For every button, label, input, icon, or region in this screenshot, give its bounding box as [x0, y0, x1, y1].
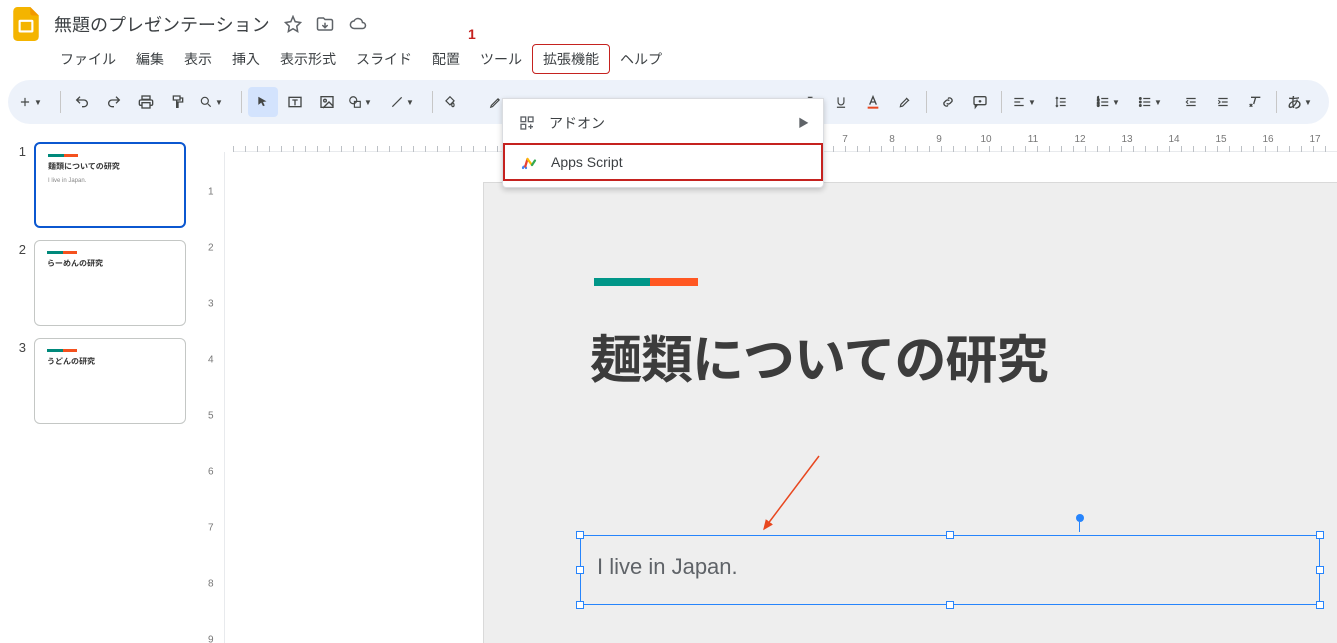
- slide-thumbnail-2[interactable]: らーめんの研究: [34, 240, 186, 326]
- clear-format-button[interactable]: [1240, 87, 1270, 117]
- vertical-ruler[interactable]: 12345678910: [205, 152, 225, 643]
- input-tools-label: あ: [1287, 92, 1302, 113]
- underline-button[interactable]: [826, 87, 856, 117]
- menu-file[interactable]: ファイル: [50, 45, 126, 73]
- menu-item-apps-script[interactable]: Apps Script: [503, 143, 823, 181]
- text-color-button[interactable]: [858, 87, 888, 117]
- resize-handle[interactable]: [576, 531, 584, 539]
- resize-handle[interactable]: [1316, 601, 1324, 609]
- comment-button[interactable]: [965, 87, 995, 117]
- menu-format[interactable]: 表示形式: [270, 45, 346, 73]
- menu-help[interactable]: ヘルプ: [610, 45, 672, 73]
- resize-handle[interactable]: [1316, 531, 1324, 539]
- submenu-arrow-icon: ▶: [798, 115, 809, 131]
- textbox-content[interactable]: I live in Japan.: [597, 554, 738, 580]
- slides-logo[interactable]: [8, 6, 44, 42]
- menu-slide[interactable]: スライド: [346, 45, 422, 73]
- menu-tools[interactable]: ツール: [470, 45, 532, 73]
- apps-script-icon: [519, 153, 539, 171]
- highlight-button[interactable]: [890, 87, 920, 117]
- title-row: 無題のプレゼンテーション: [0, 0, 1337, 42]
- resize-handle[interactable]: [576, 601, 584, 609]
- accent-bar: [594, 278, 698, 286]
- apps-script-label: Apps Script: [551, 154, 623, 170]
- slide-thumbnail-3[interactable]: うどんの研究: [34, 338, 186, 424]
- print-button[interactable]: [131, 87, 161, 117]
- paint-format-button[interactable]: [163, 87, 193, 117]
- line-button[interactable]: ▼: [386, 87, 426, 117]
- svg-text:3: 3: [1097, 103, 1100, 108]
- resize-handle[interactable]: [946, 601, 954, 609]
- resize-handle[interactable]: [576, 566, 584, 574]
- link-button[interactable]: [933, 87, 963, 117]
- resize-handle[interactable]: [1316, 566, 1324, 574]
- selected-textbox[interactable]: I live in Japan.: [580, 535, 1320, 605]
- addons-icon: [517, 115, 537, 131]
- select-tool-button[interactable]: [248, 87, 278, 117]
- bulleted-list-button[interactable]: ▼: [1134, 87, 1174, 117]
- indent-decrease-button[interactable]: [1176, 87, 1206, 117]
- new-slide-button[interactable]: ▼: [14, 87, 54, 117]
- menu-item-addons[interactable]: アドオン ▶: [503, 105, 823, 141]
- align-button[interactable]: ▼: [1008, 87, 1048, 117]
- shape-button[interactable]: ▼: [344, 87, 384, 117]
- menu-view[interactable]: 表示: [174, 45, 222, 73]
- numbered-list-button[interactable]: 123▼: [1092, 87, 1132, 117]
- menu-extensions[interactable]: 拡張機能: [532, 44, 610, 74]
- annotation-1: 1: [468, 26, 476, 42]
- thumb-number: 3: [14, 338, 26, 424]
- canvas[interactable]: 麺類についての研究 I live in Japan.: [233, 152, 1337, 643]
- annotation-arrow: [754, 451, 834, 541]
- resize-handle[interactable]: [946, 531, 954, 539]
- addons-label: アドオン: [549, 113, 605, 133]
- menu-arrange[interactable]: 配置: [422, 45, 470, 73]
- slide-title[interactable]: 麺類についての研究: [590, 318, 1047, 393]
- menu-bar: 1 ファイル 編集 表示 挿入 表示形式 スライド 配置 ツール 拡張機能 ヘル…: [0, 42, 1337, 80]
- slide-panel[interactable]: 1 麺類についての研究 I live in Japan. 2 らーめんの研究 3: [0, 132, 205, 643]
- cloud-icon[interactable]: [348, 15, 368, 33]
- image-button[interactable]: [312, 87, 342, 117]
- star-icon[interactable]: [284, 15, 302, 33]
- undo-button[interactable]: [67, 87, 97, 117]
- line-spacing-button[interactable]: [1050, 87, 1090, 117]
- thumb-number: 1: [14, 142, 26, 228]
- rotate-handle[interactable]: [1076, 514, 1084, 522]
- textbox-button[interactable]: [280, 87, 310, 117]
- menu-edit[interactable]: 編集: [126, 45, 174, 73]
- zoom-button[interactable]: ▼: [195, 87, 235, 117]
- input-tools-button[interactable]: あ▼: [1283, 87, 1323, 117]
- doc-title[interactable]: 無題のプレゼンテーション: [54, 11, 270, 37]
- indent-increase-button[interactable]: [1208, 87, 1238, 117]
- move-icon[interactable]: [316, 15, 334, 33]
- menu-insert[interactable]: 挿入: [222, 45, 270, 73]
- extensions-dropdown: アドオン ▶ Apps Script: [502, 98, 824, 188]
- fill-color-button[interactable]: [439, 87, 479, 117]
- slide-canvas[interactable]: 麺類についての研究 I live in Japan.: [483, 182, 1337, 643]
- thumb-number: 2: [14, 240, 26, 326]
- editor-area: 789101112131415161718 12345678910 麺類について…: [205, 132, 1337, 643]
- slide-thumbnail-1[interactable]: 麺類についての研究 I live in Japan.: [34, 142, 186, 228]
- redo-button[interactable]: [99, 87, 129, 117]
